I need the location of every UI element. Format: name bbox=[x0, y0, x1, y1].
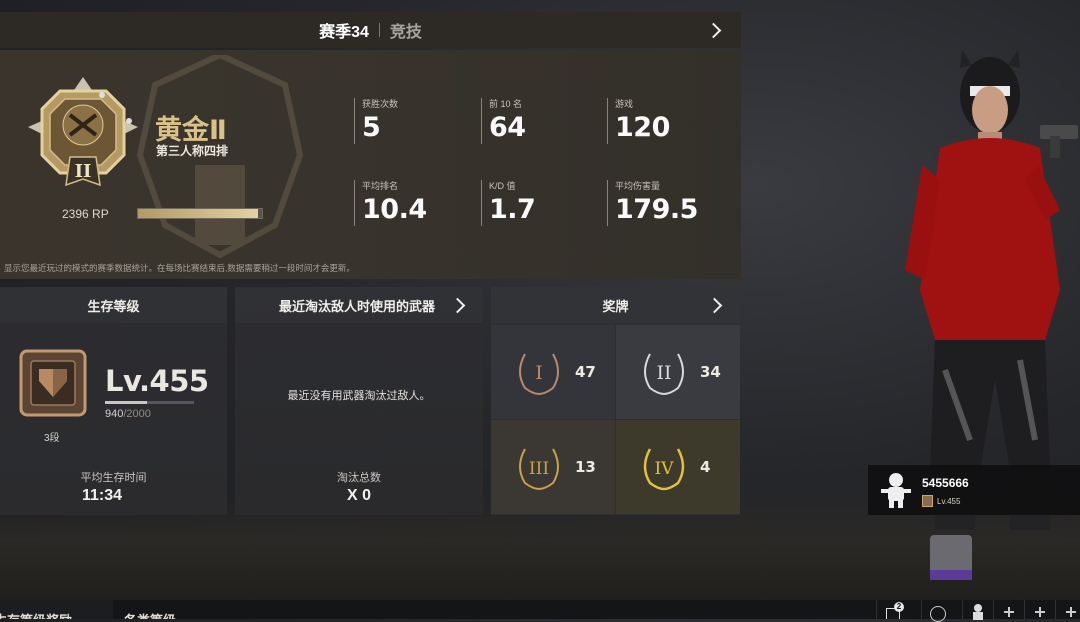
chevron-right-icon[interactable] bbox=[449, 297, 466, 314]
card-title: 奖牌 bbox=[602, 298, 629, 314]
stat-avg-damage: 平均伤害量 179.5 bbox=[607, 180, 698, 226]
medal-count: 34 bbox=[700, 363, 721, 381]
bottom-icons: 2 bbox=[876, 600, 1080, 622]
bottom-nav: 生存等级奖励 各类等级 2 bbox=[0, 600, 1080, 622]
medals-card[interactable]: 奖牌 I 47 II 34 III 13 IV 4 bbox=[491, 287, 740, 515]
globe-icon bbox=[930, 606, 946, 622]
rp-value: 2396 RP bbox=[62, 207, 109, 221]
stat-value: 120 bbox=[615, 112, 670, 143]
badge-numeral: II bbox=[75, 161, 92, 182]
stats-note: 显示您最近玩过的模式的赛季数据统计。在每场比赛结束后,数据需要稍过一段时间才会更… bbox=[4, 263, 355, 273]
stat-avg-rank: 平均排名 10.4 bbox=[354, 180, 427, 226]
medal-tier-4: IV 4 bbox=[616, 420, 740, 514]
player-nameplate[interactable]: 5455666 Lv.455 bbox=[868, 465, 1080, 515]
stat-kd: K/D 值 1.7 bbox=[481, 180, 536, 226]
stat-label: 平均伤害量 bbox=[615, 181, 661, 191]
rank-watermark-icon bbox=[136, 55, 304, 259]
stat-label: 游戏 bbox=[615, 99, 634, 109]
stat-games: 游戏 120 bbox=[607, 98, 670, 144]
laurel-medal-gold-icon: III bbox=[519, 448, 559, 490]
stat-value: 64 bbox=[489, 112, 526, 143]
medal-count: 13 bbox=[575, 458, 596, 476]
rank-panel: II 黄金Ⅱ 第三人称四排 2396 RP 显示您最近玩过的模式的赛季数据统计。… bbox=[0, 50, 741, 279]
season-label: 赛季34 bbox=[319, 24, 369, 41]
kills-value: X 0 bbox=[346, 487, 371, 504]
card-title: 最近淘汰敌人时使用的武器 bbox=[278, 298, 435, 314]
recent-weapon-card[interactable]: 最近淘汰敌人时使用的武器 最近没有用武器淘汰过敌人。 淘汰总数 X 0 bbox=[235, 287, 483, 515]
rank-mode: 第三人称四排 bbox=[156, 144, 229, 158]
mode-label: 竞技 bbox=[389, 24, 422, 41]
stat-value: 179.5 bbox=[615, 194, 698, 225]
separator bbox=[378, 23, 380, 37]
survival-tier: 3段 bbox=[44, 433, 60, 444]
chevron-right-icon[interactable] bbox=[706, 297, 723, 314]
avg-survival-value: 11:34 bbox=[81, 487, 123, 504]
player-character-model[interactable] bbox=[900, 40, 1080, 600]
medal-tier-3: III 13 bbox=[491, 420, 615, 514]
xp-progress-bar bbox=[105, 401, 194, 404]
stat-label: 获胜次数 bbox=[362, 99, 399, 109]
xp-current: 940 bbox=[105, 408, 124, 420]
stat-value: 5 bbox=[362, 112, 381, 143]
season-header[interactable]: 赛季34 竞技 bbox=[0, 12, 741, 48]
medal-tier-1: I 47 bbox=[491, 325, 615, 419]
stat-label: 平均排名 bbox=[362, 181, 399, 191]
mail-count-badge: 2 bbox=[894, 602, 904, 612]
medal-numeral: III bbox=[529, 459, 549, 479]
empty-weapon-text: 最近没有用武器淘汰过敌人。 bbox=[287, 390, 431, 402]
card-title: 生存等级 bbox=[87, 298, 140, 314]
medal-count: 4 bbox=[700, 458, 711, 476]
player-level: Lv.455 bbox=[922, 495, 960, 507]
laurel-medal-bronze-icon: I bbox=[519, 353, 559, 395]
tab-level-types[interactable]: 各类等级 bbox=[113, 600, 205, 619]
rank-gold-badge-icon: II bbox=[28, 77, 138, 187]
survival-level-card: 生存等级 Lv.455 940/2000 3段 平均生存时间 11:34 bbox=[0, 287, 227, 515]
medal-numeral: IV bbox=[655, 459, 675, 479]
xp-progress-fill bbox=[105, 401, 147, 404]
friend-button[interactable] bbox=[962, 600, 993, 620]
tab-survival-rewards[interactable]: 生存等级奖励 bbox=[0, 600, 113, 619]
card-header: 奖牌 bbox=[491, 287, 740, 323]
stat-label: K/D 值 bbox=[489, 181, 516, 191]
stat-wins: 获胜次数 5 bbox=[354, 98, 398, 144]
player-level-text: Lv.455 bbox=[937, 496, 961, 506]
laurel-medal-silver-icon: II bbox=[644, 353, 684, 395]
stat-value: 10.4 bbox=[362, 194, 427, 225]
rp-progress-bar bbox=[137, 208, 263, 219]
add-slot-button[interactable] bbox=[993, 600, 1024, 619]
xp-max: /2000 bbox=[123, 408, 151, 420]
card-header: 最近淘汰敌人时使用的武器 bbox=[235, 287, 483, 323]
player-name: 5455666 bbox=[922, 476, 969, 490]
rp-progress-fill bbox=[138, 209, 259, 218]
globe-button[interactable] bbox=[921, 600, 962, 622]
medal-tier-2: II 34 bbox=[616, 325, 740, 419]
survival-level: Lv.455 bbox=[105, 364, 209, 398]
stat-value: 1.7 bbox=[489, 194, 536, 225]
add-slot-button[interactable] bbox=[1055, 600, 1080, 619]
avg-survival-label: 平均生存时间 bbox=[80, 472, 147, 484]
mini-tier-badge-icon bbox=[922, 495, 933, 507]
medal-count: 47 bbox=[575, 363, 596, 381]
chevron-right-icon[interactable] bbox=[705, 22, 722, 39]
stat-top10: 前 10 名 64 bbox=[481, 98, 526, 144]
add-slot-button[interactable] bbox=[1024, 600, 1055, 619]
kills-label: 淘汰总数 bbox=[337, 472, 381, 484]
friend-avatar-icon bbox=[973, 604, 983, 620]
medal-numeral: I bbox=[535, 362, 543, 384]
medal-numeral: II bbox=[656, 362, 671, 384]
laurel-medal-gold-bright-icon: IV bbox=[643, 448, 685, 491]
tab-label: 生存等级奖励 bbox=[0, 610, 72, 619]
tab-label: 各类等级 bbox=[124, 610, 176, 619]
survival-tier-badge-icon bbox=[19, 349, 87, 417]
mail-button[interactable]: 2 bbox=[876, 600, 921, 619]
player-avatar-icon bbox=[881, 473, 911, 508]
stat-label: 前 10 名 bbox=[489, 99, 523, 109]
xp-text: 940/2000 bbox=[105, 408, 151, 420]
